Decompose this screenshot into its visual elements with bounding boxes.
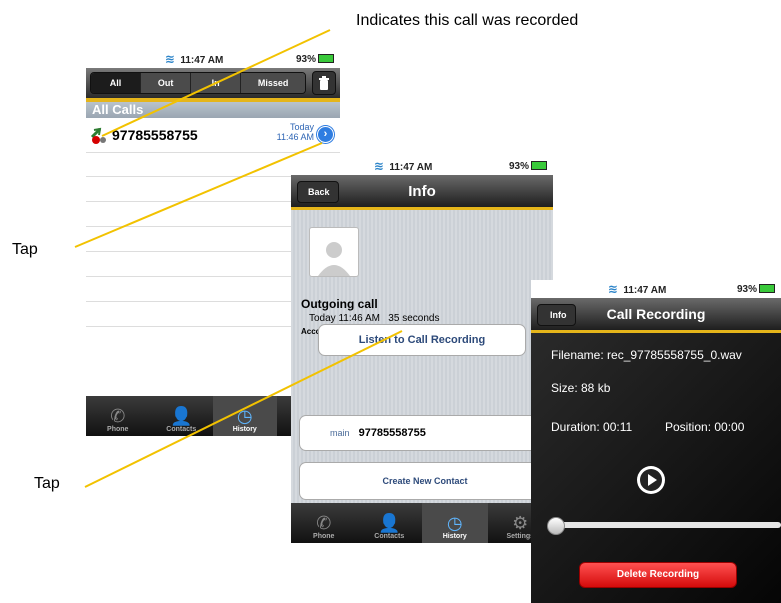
callout-tap-2: Tap [34,475,60,492]
callout-tap-1: Tap [12,241,38,258]
callout-lines [74,29,403,488]
callout-line-recorded [101,29,331,137]
callout-line-tap2 [84,330,403,488]
callout-recorded: Indicates this call was recorded [356,12,579,29]
callout-line-tap1 [74,142,323,248]
